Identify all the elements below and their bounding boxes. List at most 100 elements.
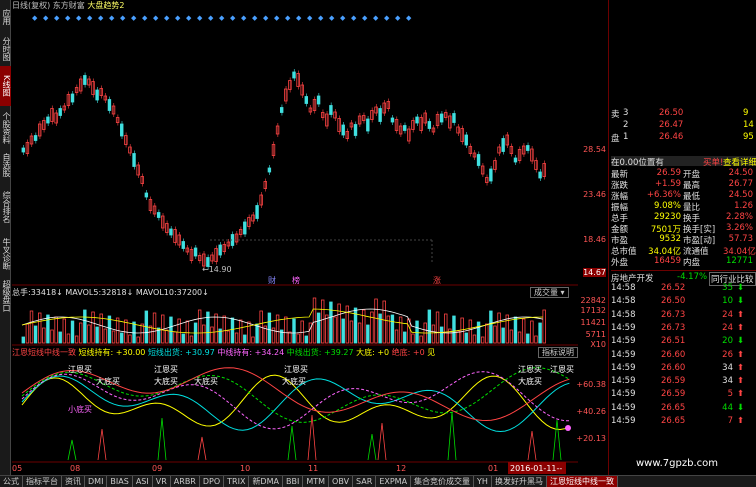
bottom-tab-8[interactable]: DPO xyxy=(200,476,225,487)
volume-bar xyxy=(185,320,190,344)
indicator-help-button[interactable]: 指标说明 xyxy=(538,347,578,358)
bottom-tab-18[interactable]: 换发好升黑马 xyxy=(492,476,547,487)
bottom-tab-7[interactable]: ARBR xyxy=(171,476,200,487)
volume-bar xyxy=(58,331,62,344)
signal-diamond-icon: ◆ xyxy=(142,14,148,22)
position-row[interactable]: 在0.00位置有 买单! 查看详细 xyxy=(611,156,756,168)
volume-bar xyxy=(362,309,366,344)
signal-diamond-icon: ◆ xyxy=(395,14,401,22)
order-book-row: 卖 3 26.50 9 xyxy=(611,108,749,120)
bottom-tab-11[interactable]: BBI xyxy=(283,476,304,487)
signal-diamond-icon: ◆ xyxy=(208,14,214,22)
signal-diamond-icon: ◆ xyxy=(32,14,38,22)
volume-bar xyxy=(468,319,473,344)
quote-row: 总市值 34.04亿 流通值 34.04亿 xyxy=(611,247,756,257)
arrow-up-icon: ⬆ xyxy=(737,416,745,426)
left-tab-2[interactable]: K线图 xyxy=(0,66,11,106)
quote-row: 涨跌 +1.59 最高 26.77 xyxy=(611,179,753,191)
bottom-tab-14[interactable]: SAR xyxy=(353,476,377,487)
volume-bar xyxy=(21,336,26,344)
arrow-down-icon: ⬇ xyxy=(737,296,745,307)
volume-bar xyxy=(83,309,87,344)
left-tab-7[interactable]: 超级盘口 xyxy=(0,276,11,316)
bottom-tab-9[interactable]: TRIX xyxy=(224,476,250,487)
signal-diamond-icon: ◆ xyxy=(219,14,225,22)
arrow-up-icon: ⬆ xyxy=(737,322,745,333)
volume-bar xyxy=(210,326,214,344)
quote-row: 市盈 9532 市盈[动] 57.73 xyxy=(611,234,753,246)
volume-bar xyxy=(226,330,231,344)
ind-text-bottom-4: 大底买 xyxy=(282,376,306,386)
event-marker-list[interactable]: 榜 xyxy=(292,275,300,285)
quote-row: 总手 29230 换手 2.28% xyxy=(611,212,753,224)
bottom-tab-12[interactable]: MTM xyxy=(303,476,330,487)
quote-row: 外盘 16459 内盘 12771 xyxy=(611,256,753,268)
bottom-tab-10[interactable]: 新DMA xyxy=(249,476,283,487)
volume-bar xyxy=(411,333,415,344)
volume-bar xyxy=(136,336,140,344)
volume-bar xyxy=(111,330,116,344)
volume-bar xyxy=(62,318,67,344)
left-tab-3[interactable]: 个股资料 xyxy=(0,108,11,148)
signal-diamond-icon: ◆ xyxy=(109,14,115,22)
bottom-tab-5[interactable]: ASI xyxy=(133,476,153,487)
ind-text-buy-3: 江恩买 xyxy=(284,365,308,374)
volume-dropdown[interactable]: 成交量 ▾ xyxy=(530,287,569,298)
signal-diamond-icon: ◆ xyxy=(131,14,137,22)
date-tick: 09 xyxy=(152,464,162,473)
volume-bar xyxy=(366,324,370,344)
indicator-spike xyxy=(157,417,167,461)
bottom-tab-13[interactable]: OBV xyxy=(329,476,354,487)
volume-bar xyxy=(349,320,354,344)
indicator-spike xyxy=(287,425,297,461)
indicator-name[interactable]: 江恩短线中线一致 xyxy=(12,348,76,357)
volume-bar xyxy=(140,323,144,344)
bottom-tab-2[interactable]: 资讯 xyxy=(62,476,85,487)
ind-text-bottom-2: 大底买 xyxy=(154,376,178,386)
volume-bar xyxy=(476,321,481,344)
volume-bar xyxy=(325,314,329,344)
tick-row: 14:58 26.73 24 ⬆ xyxy=(611,309,745,320)
volume-bar xyxy=(95,326,99,344)
bottom-tab-3[interactable]: DMI xyxy=(85,476,108,487)
tick-row: 14:59 26.51 20 ⬇ xyxy=(611,336,745,347)
volume-bar xyxy=(288,331,292,344)
left-tab-0[interactable]: 应用 xyxy=(0,2,11,32)
volume-total: 33418 xyxy=(30,288,57,297)
signal-diamond-icon: ◆ xyxy=(296,14,302,22)
volume-bar xyxy=(329,301,333,344)
kline-chart[interactable]: ◆ ◆ ◆ ◆ ◆ ◆ ◆ ◆ ◆ ◆ ◆ ◆ ◆ ◆ ◆ ◆ ◆ ◆ ◆ ◆ ◆ ◆ ◆ ◆ ◆ ◆ ◆ ◆ ◆ ◆ ◆ ◆ ◆ ◆ ◆ ←14.… xyxy=(12,0,578,475)
volume-bar xyxy=(206,311,210,344)
tick-row: 14:59 26.60 26 ⬆ xyxy=(611,349,745,360)
signal-diamond-icon: ◆ xyxy=(351,14,357,22)
bottom-tab-15[interactable]: EXPMA xyxy=(376,476,412,487)
volume-bar xyxy=(275,314,280,344)
bottom-tab-4[interactable]: BIAS xyxy=(107,476,133,487)
volume-bar xyxy=(79,322,83,344)
tick-row: 14:58 26.50 10 ⬇ xyxy=(611,296,745,307)
volume-bar xyxy=(120,332,124,344)
left-tab-4[interactable]: 自选股 xyxy=(0,150,11,180)
volume-bar xyxy=(542,309,546,344)
volume-bar xyxy=(333,316,337,344)
volume-bar xyxy=(427,309,432,344)
volume-bar xyxy=(489,310,493,344)
bottom-tab-0[interactable]: 公式 xyxy=(0,476,23,487)
volume-bar xyxy=(530,320,534,344)
bottom-tab-1[interactable]: 指标平台 xyxy=(23,476,62,487)
event-marker-up[interactable]: 涨 xyxy=(433,275,441,285)
volume-bar xyxy=(398,316,403,344)
volume-bar xyxy=(66,333,71,344)
tick-row: 14:59 26.65 44 ⬇ xyxy=(611,402,745,413)
bottom-tab-16[interactable]: 集合竞价成交量 xyxy=(411,476,475,487)
bottom-tab-19[interactable]: 江恩短线中线一致 xyxy=(546,476,618,487)
sector-row[interactable]: 房地产开发 -4.17% 同行业比较 xyxy=(611,270,756,286)
volume-bar xyxy=(312,297,317,344)
left-tab-1[interactable]: 分时图 xyxy=(0,34,11,64)
volume-bar xyxy=(452,315,456,344)
bottom-tab-6[interactable]: VR xyxy=(153,476,171,487)
left-tab-6[interactable]: 牛叉诊断 xyxy=(0,234,11,274)
left-tab-5[interactable]: 综合排名 xyxy=(0,182,11,232)
event-marker-finance[interactable]: 财 xyxy=(268,275,276,285)
bottom-tab-17[interactable]: YH xyxy=(474,476,492,487)
